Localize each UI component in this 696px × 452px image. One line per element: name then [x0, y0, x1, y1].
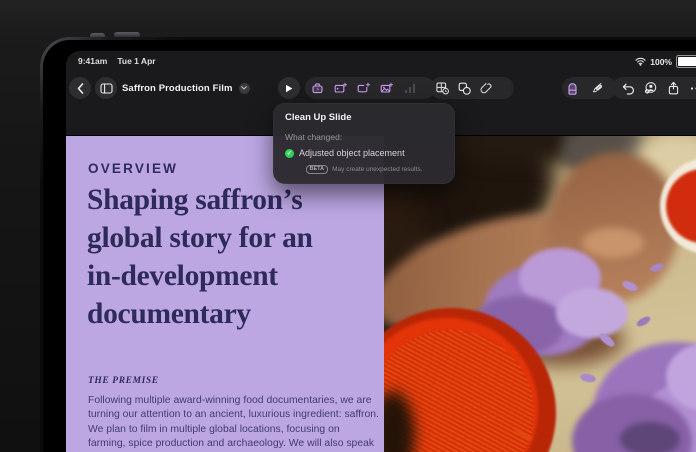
ipad-device: 9:41am Tue 1 Apr 100%: [40, 37, 696, 452]
back-button[interactable]: [69, 77, 91, 99]
heading-line: global story for an: [87, 219, 313, 257]
attachment-paperclip-icon[interactable]: [480, 82, 493, 95]
photo-backdrop: 9:41am Tue 1 Apr 100%: [0, 0, 696, 452]
heading-line: in-development: [87, 257, 313, 295]
battery-icon: [676, 55, 696, 68]
photo-petals: [556, 288, 628, 338]
slide-heading[interactable]: Shaping saffron’s global story for an in…: [87, 181, 313, 333]
photo-petal: [635, 315, 651, 329]
markup-group: [562, 77, 617, 99]
frame-sparkle-icon[interactable]: [357, 82, 370, 95]
popup-change-item: Adjusted object placement: [299, 148, 405, 158]
format-brush-icon[interactable]: [590, 82, 603, 95]
title-chevron-down-icon[interactable]: [239, 83, 250, 94]
actions-group: [612, 77, 696, 99]
clean-up-slide-popup: Clean Up Slide What changed: ✓ Adjusted …: [273, 103, 455, 184]
beta-note: May create unexpected results.: [332, 166, 422, 173]
popup-subtitle: What changed:: [285, 132, 443, 142]
share-icon[interactable]: [667, 82, 680, 95]
photo-petals-shadow: [620, 422, 680, 452]
status-bar-right: 100%: [635, 55, 696, 68]
undo-icon[interactable]: [621, 82, 634, 95]
slide-eyebrow[interactable]: OVERVIEW: [88, 161, 178, 176]
battery-percent: 100%: [650, 57, 672, 67]
slide-sparkle-icon[interactable]: [334, 82, 347, 95]
status-bar-left: 9:41am Tue 1 Apr: [78, 56, 156, 66]
document-title-group[interactable]: Saffron Production Film: [122, 77, 250, 99]
wifi-icon: [635, 57, 646, 66]
heading-line: Shaping saffron’s: [87, 181, 313, 219]
slide-body[interactable]: Following multiple award-winning food do…: [88, 394, 379, 452]
collaborate-icon[interactable]: [644, 82, 657, 95]
check-circle-icon: ✓: [285, 149, 294, 158]
table-chart-icon[interactable]: [436, 82, 449, 95]
heading-line: documentary: [87, 295, 313, 333]
image-sparkle-icon[interactable]: [380, 82, 393, 95]
insert-group: [430, 77, 514, 99]
slide-kicker[interactable]: THE PREMISE: [88, 376, 159, 386]
photo-hand-highlight: [582, 228, 644, 258]
beta-badge: BETA: [306, 165, 329, 174]
magic-toolbox-icon[interactable]: [311, 82, 324, 95]
chart-disabled-icon: [403, 82, 416, 95]
clean-up-eraser-icon[interactable]: [566, 82, 579, 95]
photo-petal: [579, 372, 596, 383]
document-title: Saffron Production Film: [122, 83, 233, 94]
shapes-icon[interactable]: [458, 82, 471, 95]
ai-tools-group: [305, 77, 435, 99]
play-button[interactable]: [278, 77, 300, 99]
ipad-screen: 9:41am Tue 1 Apr 100%: [66, 51, 696, 452]
status-time: 9:41am: [78, 56, 107, 66]
popup-title: Clean Up Slide: [285, 112, 443, 123]
more-icon[interactable]: [690, 82, 696, 95]
status-date: Tue 1 Apr: [117, 56, 155, 66]
view-options-button[interactable]: [95, 77, 117, 99]
